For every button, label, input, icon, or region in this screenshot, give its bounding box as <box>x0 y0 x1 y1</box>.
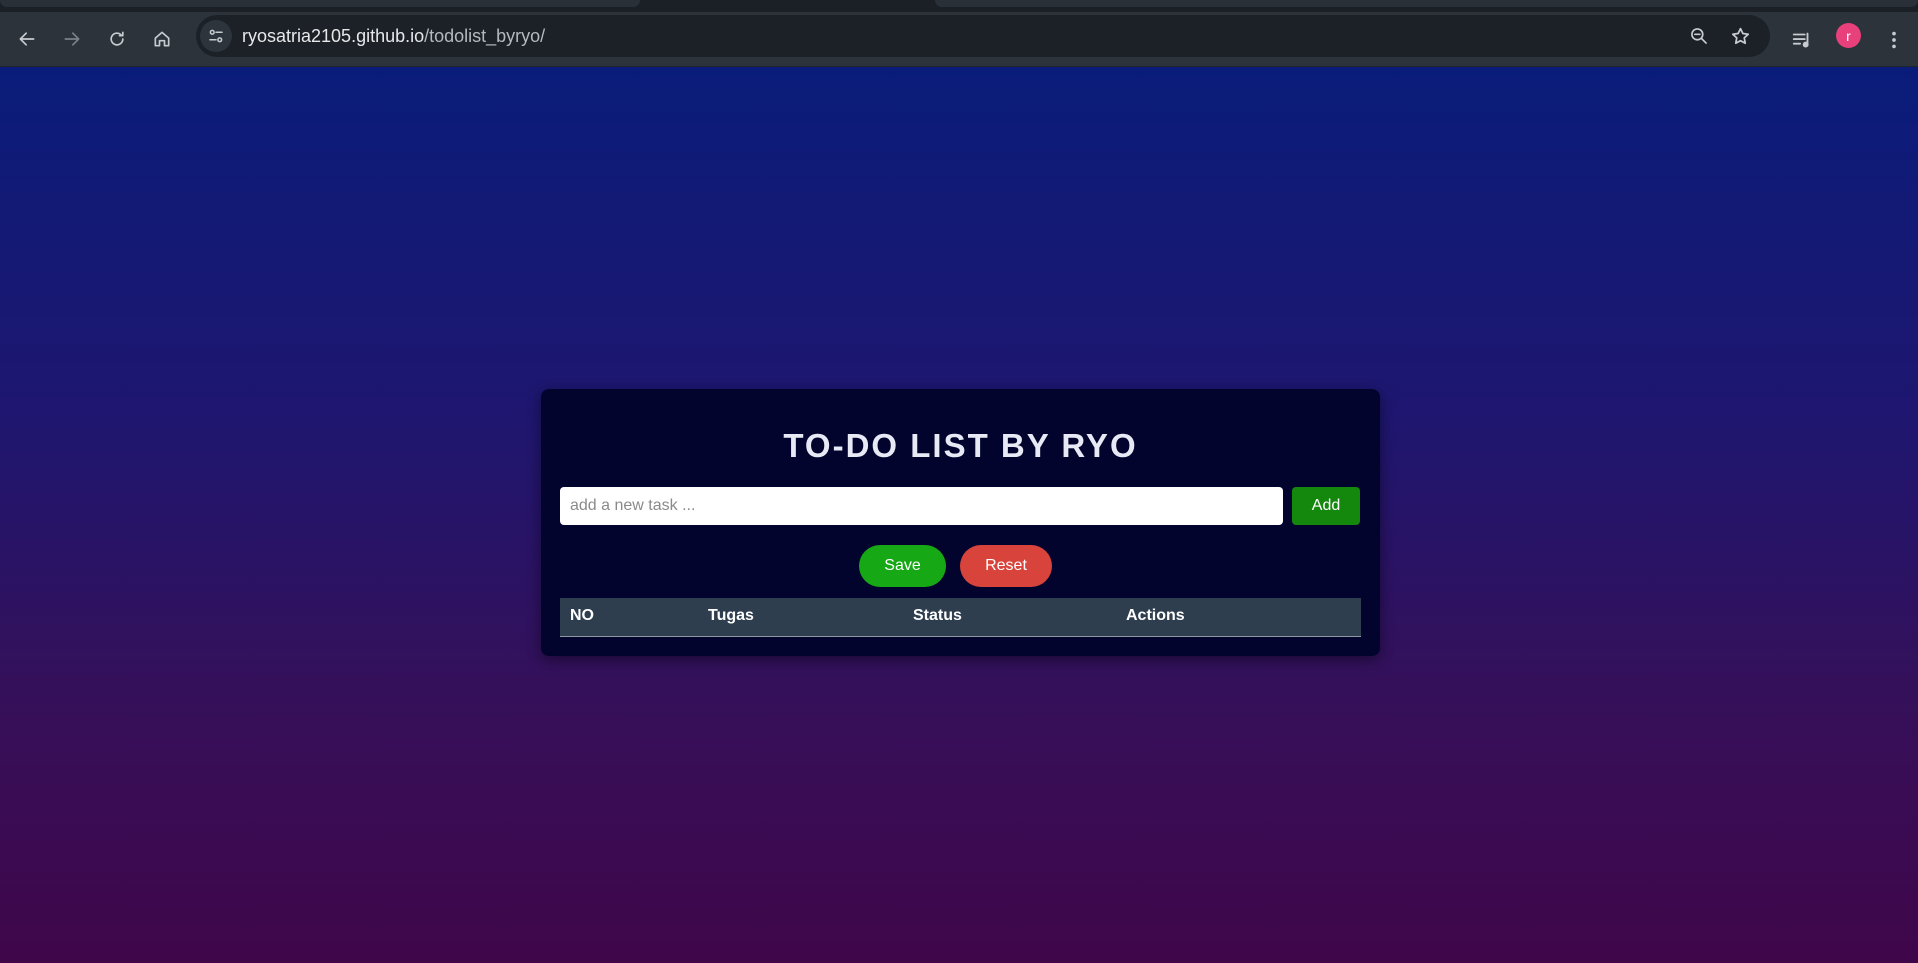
url-text[interactable]: ryosatria2105.github.io/todolist_byryo/ <box>242 26 545 47</box>
tab-strip <box>0 0 1918 12</box>
profile-avatar[interactable]: r <box>1836 23 1861 48</box>
reload-icon <box>110 31 124 46</box>
bookmark-star-icon <box>1731 27 1749 44</box>
more-menu-button[interactable] <box>1878 24 1910 56</box>
url-host: ryosatria2105.github.io <box>242 26 425 46</box>
page-viewport: TO-DO LIST BY RYO Add Save Reset NO Tuga… <box>0 67 1918 963</box>
address-bar[interactable]: ryosatria2105.github.io/todolist_byryo/ <box>196 15 1770 57</box>
page-title: TO-DO LIST BY RYO <box>783 427 1138 464</box>
browser-tab[interactable] <box>935 0 1918 7</box>
site-info-button[interactable] <box>200 20 232 52</box>
media-playlist-icon <box>1792 32 1809 48</box>
back-button[interactable] <box>11 23 43 55</box>
column-header-tugas: Tugas <box>708 607 754 624</box>
more-menu-icon <box>1892 31 1896 49</box>
url-path: /todolist_byryo/ <box>424 26 546 46</box>
zoom-out-icon <box>1691 28 1707 44</box>
bookmark-button[interactable] <box>1728 24 1752 48</box>
back-arrow-icon <box>19 32 35 46</box>
reset-button[interactable]: Reset <box>960 545 1052 587</box>
browser-tab[interactable] <box>0 0 640 7</box>
home-button[interactable] <box>146 23 178 55</box>
save-button[interactable]: Save <box>859 545 946 587</box>
forward-button[interactable] <box>56 23 88 55</box>
task-input[interactable] <box>560 487 1283 525</box>
todo-card: TO-DO LIST BY RYO Add Save Reset NO Tuga… <box>541 389 1380 656</box>
column-header-no: NO <box>570 607 594 624</box>
home-icon <box>154 31 170 47</box>
zoom-button[interactable] <box>1687 24 1711 48</box>
column-header-status: Status <box>913 607 962 624</box>
column-header-actions: Actions <box>1126 607 1185 624</box>
forward-arrow-icon <box>64 32 80 46</box>
site-info-icon <box>209 29 223 43</box>
add-button[interactable]: Add <box>1292 487 1360 525</box>
task-table-header: NO Tugas Status Actions <box>560 598 1361 637</box>
reload-button[interactable] <box>101 23 133 55</box>
media-controls-button[interactable] <box>1786 24 1818 56</box>
browser-toolbar: ryosatria2105.github.io/todolist_byryo/ <box>0 12 1918 67</box>
